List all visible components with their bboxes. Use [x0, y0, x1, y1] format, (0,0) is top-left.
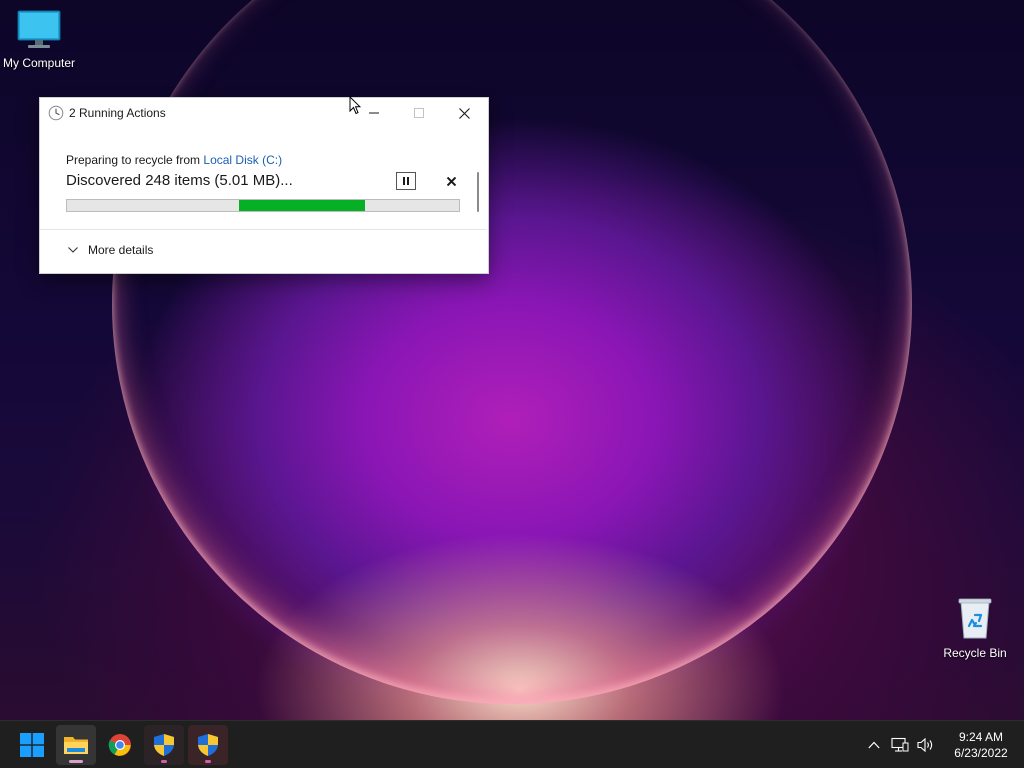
clock-time: 9:24 AM — [958, 730, 1004, 744]
monitor-icon — [17, 10, 61, 48]
more-details-label: More details — [88, 243, 154, 257]
action-status: Discovered 248 items (5.01 MB)... — [66, 172, 293, 189]
cancel-action-button[interactable] — [442, 172, 460, 190]
shield-icon — [154, 734, 174, 756]
active-indicator — [69, 760, 83, 763]
start-button[interactable] — [12, 725, 52, 765]
clock-date: 6/23/2022 — [954, 746, 1008, 760]
network-button[interactable] — [890, 733, 910, 757]
more-details-toggle[interactable]: More details — [68, 243, 153, 257]
action-item: Preparing to recycle from Local Disk (C:… — [40, 138, 478, 230]
running-actions-dialog: 2 Running Actions Preparing to recycle f… — [39, 97, 489, 274]
dialog-divider — [40, 229, 486, 230]
mouse-cursor-icon — [349, 96, 361, 115]
attention-indicator — [205, 760, 211, 763]
file-explorer-taskbar-button[interactable] — [56, 725, 96, 765]
chevron-up-icon — [868, 741, 880, 749]
pause-button[interactable] — [396, 172, 416, 190]
uac-taskbar-button-1[interactable] — [144, 725, 184, 765]
windows-logo-icon — [20, 733, 44, 757]
maximize-icon — [414, 108, 424, 118]
my-computer-shortcut[interactable]: My Computer — [0, 10, 80, 70]
my-computer-label: My Computer — [2, 56, 76, 70]
network-icon — [891, 737, 909, 752]
close-icon — [458, 107, 470, 119]
maximize-button[interactable] — [396, 98, 442, 128]
source-drive-link[interactable]: Local Disk (C:) — [203, 153, 282, 167]
close-button[interactable] — [441, 98, 487, 128]
folder-icon — [64, 737, 88, 754]
pause-icon — [403, 177, 409, 185]
recycle-bin-icon — [958, 598, 992, 639]
show-hidden-icons-button[interactable] — [864, 733, 884, 757]
minimize-icon — [369, 112, 379, 114]
progress-fill — [239, 200, 365, 211]
chevron-down-icon — [68, 247, 78, 253]
dialog-titlebar[interactable]: 2 Running Actions — [40, 98, 488, 128]
chrome-taskbar-button[interactable] — [100, 725, 140, 765]
speaker-icon — [917, 737, 933, 753]
vertical-scrollbar[interactable] — [477, 172, 479, 212]
taskbar: 9:24 AM 6/23/2022 — [0, 720, 1024, 768]
uac-taskbar-button-2[interactable] — [188, 725, 228, 765]
action-subtitle: Preparing to recycle from Local Disk (C:… — [66, 153, 282, 167]
recycle-bin-label: Recycle Bin — [943, 646, 1007, 660]
shield-icon — [198, 734, 218, 756]
taskbar-clock[interactable]: 9:24 AM 6/23/2022 — [946, 729, 1016, 761]
chrome-icon — [108, 734, 131, 756]
recycle-bin-shortcut[interactable]: Recycle Bin — [934, 596, 1016, 660]
dialog-title: 2 Running Actions — [69, 106, 166, 120]
attention-indicator — [161, 760, 167, 763]
progress-bar — [66, 199, 460, 212]
clock-icon — [48, 105, 64, 121]
volume-button[interactable] — [916, 733, 936, 757]
cancel-icon — [446, 176, 456, 186]
action-subtitle-text: Preparing to recycle from — [66, 153, 204, 167]
